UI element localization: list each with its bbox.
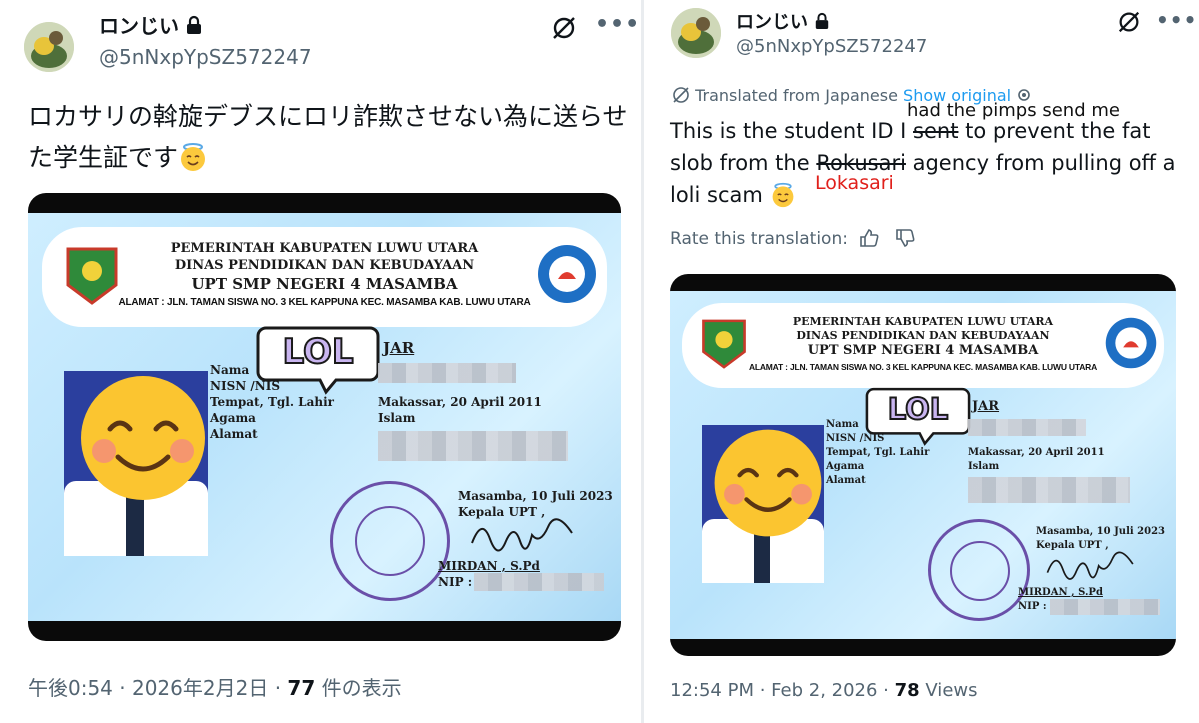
redacted-name xyxy=(968,419,1086,436)
thumbs-down-icon[interactable] xyxy=(895,229,915,249)
redacted-nip xyxy=(474,573,604,591)
student-id-image[interactable]: PEMERINTAH KABUPATEN LUWU UTARA DINAS PE… xyxy=(670,274,1176,656)
redacted-nip xyxy=(1050,599,1160,615)
issue-date: Masamba, 10 Juli 2023 xyxy=(1036,526,1165,537)
tweet-meta: 午後0:54 · 2026年2月2日 · 77 件の表示 xyxy=(28,676,402,700)
tweet-meta: 12:54 PM · Feb 2, 2026 · 78 Views xyxy=(670,680,978,701)
tweet-text: This is the student ID I sent to prevent… xyxy=(670,115,1190,217)
tweet-japanese: ロンじい @5nNxpYpSZ572247 ••• ロカサリの斡旋デブスにロリ詐… xyxy=(0,0,640,723)
card-line-2: DINAS PENDIDIKAN DAN KEBUDAYAAN xyxy=(174,258,475,273)
username[interactable]: ロンじい xyxy=(736,8,830,35)
student-photo xyxy=(64,371,208,556)
student-id-image[interactable]: PEMERINTAH KABUPATEN LUWU UTARA DINAS PE… xyxy=(28,193,621,641)
redacted-name xyxy=(378,363,516,383)
id-card: PEMERINTAH KABUPATEN LUWU UTARA DINAS PE… xyxy=(670,291,1176,639)
more-options-icon[interactable]: ••• xyxy=(1156,8,1197,32)
views-count: 77 xyxy=(287,676,316,700)
signer-name: MIRDAN , S.Pd xyxy=(1018,587,1103,598)
card-header: PEMERINTAH KABUPATEN LUWU UTARA DINAS PE… xyxy=(42,227,607,327)
card-line-3: UPT SMP NEGERI 4 MASAMBA xyxy=(191,275,458,293)
issue-date: Masamba, 10 Juli 2023 xyxy=(458,489,613,503)
translate-icon xyxy=(672,86,690,105)
panel-divider xyxy=(641,0,644,723)
thumbs-up-icon[interactable] xyxy=(859,229,879,249)
avatar[interactable] xyxy=(24,22,74,72)
more-options-icon[interactable]: ••• xyxy=(595,12,640,37)
religion-value: Islam xyxy=(378,411,416,425)
card-line-3: UPT SMP NEGERI 4 MASAMBA xyxy=(807,343,1039,358)
ministry-logo-icon xyxy=(538,245,596,303)
grok-icon[interactable] xyxy=(1116,9,1144,37)
official-stamp xyxy=(330,481,450,601)
id-card: PEMERINTAH KABUPATEN LUWU UTARA DINAS PE… xyxy=(28,213,621,621)
rate-translation: Rate this translation: xyxy=(670,229,915,249)
nip-label: NIP : xyxy=(1018,601,1047,612)
card-header: PEMERINTAH KABUPATEN LUWU UTARA DINAS PE… xyxy=(682,303,1164,388)
views-count: 78 xyxy=(894,680,920,701)
smiling-face-emoji-icon xyxy=(714,429,822,537)
official-stamp xyxy=(928,519,1030,621)
signer-name: MIRDAN , S.Pd xyxy=(438,559,540,573)
signature xyxy=(1046,551,1134,580)
nip-label: NIP : xyxy=(438,575,473,589)
card-address: ALAMAT : JLN. TAMAN SISWA NO. 3 KEL KAPP… xyxy=(748,362,1098,372)
signature xyxy=(471,518,573,552)
avatar[interactable] xyxy=(671,8,721,58)
redacted-address xyxy=(378,431,568,461)
card-line-1: PEMERINTAH KABUPATEN LUWU UTARA xyxy=(170,241,479,256)
smiling-halo-emoji-icon xyxy=(178,142,208,184)
timestamp[interactable]: 12:54 PM · Feb 2, 2026 · xyxy=(670,680,895,701)
card-line-1: PEMERINTAH KABUPATEN LUWU UTARA xyxy=(792,315,1054,328)
annotation-red: Lokasari xyxy=(815,172,894,194)
card-address: ALAMAT : JLN. TAMAN SISWA NO. 3 KEL KAPP… xyxy=(118,297,531,308)
religion-value: Islam xyxy=(968,461,1000,472)
lock-icon xyxy=(814,12,830,35)
user-handle[interactable]: @5nNxpYpSZ572247 xyxy=(736,36,927,57)
card-line-2: DINAS PENDIDIKAN DAN KEBUDAYAAN xyxy=(796,329,1050,342)
smiling-face-emoji-icon xyxy=(81,376,205,500)
lock-icon xyxy=(185,15,203,40)
student-photo xyxy=(702,425,824,583)
ministry-logo-icon xyxy=(1105,317,1157,369)
struck-word-sent: sent xyxy=(913,119,959,143)
smiling-halo-emoji-icon xyxy=(770,182,796,217)
name-suffix: JAR xyxy=(972,399,1000,414)
redacted-address xyxy=(968,477,1130,503)
username[interactable]: ロンじい xyxy=(99,10,203,40)
birth-value: Makassar, 20 April 2011 xyxy=(378,395,542,409)
birth-value: Makassar, 20 April 2011 xyxy=(968,447,1105,458)
user-handle[interactable]: @5nNxpYpSZ572247 xyxy=(99,45,312,69)
tweet-text: ロカサリの斡旋デブスにロリ詐欺させない為に送らせた学生証です xyxy=(28,96,628,184)
grok-icon[interactable] xyxy=(550,14,578,42)
timestamp[interactable]: 午後0:54 · 2026年2月2日 · xyxy=(28,676,287,700)
name-suffix: JAR xyxy=(383,339,415,357)
